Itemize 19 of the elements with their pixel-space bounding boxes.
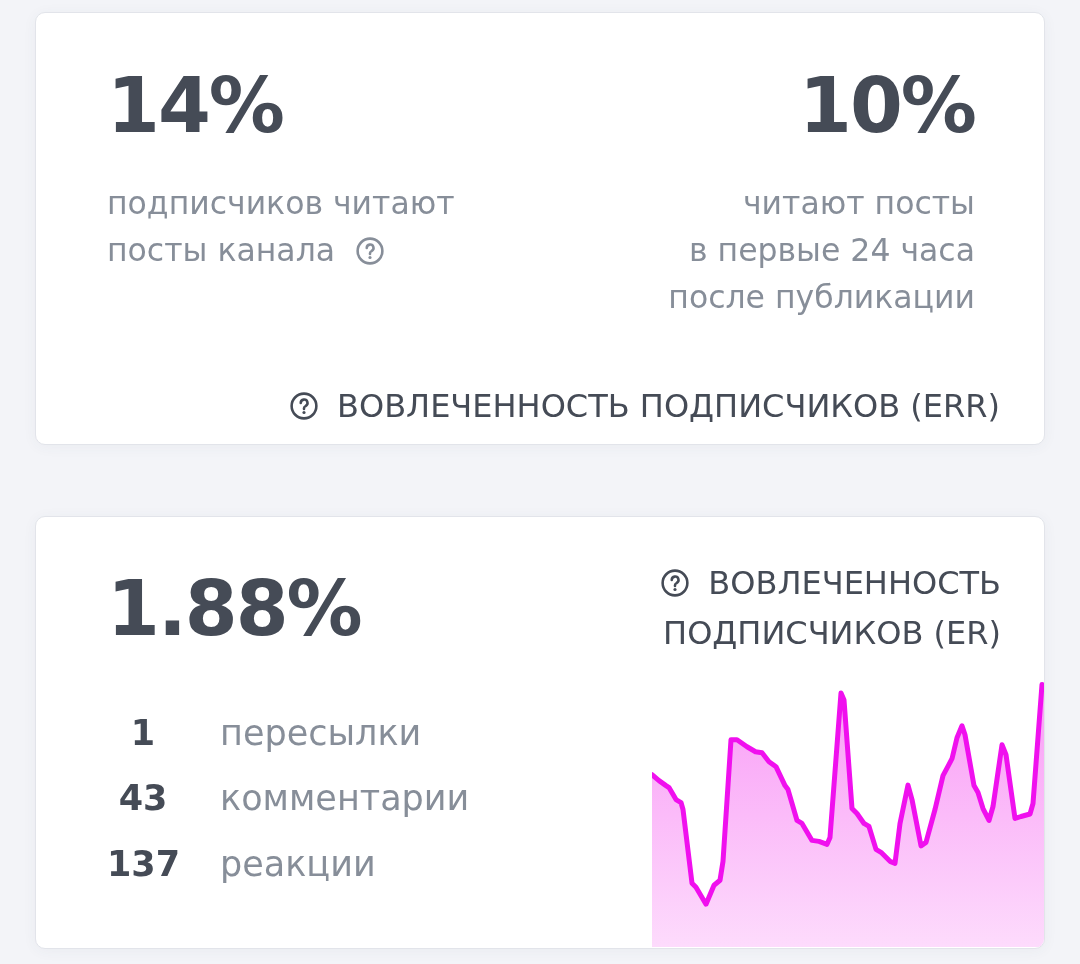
section-title: ВОВЛЕЧЕННОСТЬ [708, 563, 1001, 604]
section-title: ВОВЛЕЧЕННОСТЬ ПОДПИСЧИКОВ (ERR) [337, 386, 1000, 426]
metric-value: 10% [799, 68, 975, 144]
stat-count: 43 [117, 777, 169, 821]
stat-count: 137 [107, 842, 179, 886]
metric-value: 1.88% [107, 571, 362, 647]
stat-label: реакции [220, 842, 376, 886]
stat-count: 1 [129, 711, 157, 755]
description-text: посты канала [107, 231, 336, 270]
description-text: после публикации [668, 278, 975, 317]
description-text: подписчиков читают [107, 184, 455, 223]
section-title: ПОДПИСЧИКОВ (ER) [663, 613, 1001, 654]
description-text: в первые 24 часа [689, 231, 975, 270]
description-text: читают посты [742, 184, 975, 223]
metric-value: 14% [107, 68, 283, 144]
stat-label: пересылки [220, 711, 422, 755]
help-icon[interactable] [661, 569, 690, 597]
help-icon[interactable] [290, 392, 318, 420]
stat-label: комментарии [220, 777, 470, 821]
